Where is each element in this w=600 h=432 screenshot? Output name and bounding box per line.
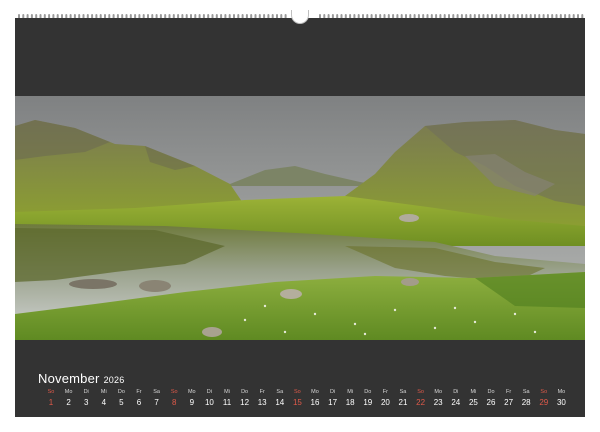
day-cell: Mi 18 (341, 389, 359, 410)
day-number: 11 (222, 398, 232, 407)
mountain-lake-image (15, 96, 585, 340)
day-number: 10 (204, 398, 214, 407)
weekday-label: So (294, 389, 301, 395)
day-cell: Sa 28 (517, 389, 535, 410)
day-number: 27 (504, 398, 514, 407)
day-cell: Do 5 (112, 389, 130, 410)
day-cell: Di 17 (324, 389, 342, 410)
weekday-label: Do (487, 389, 495, 395)
day-cell: Fr 20 (376, 389, 394, 410)
day-number: 25 (468, 398, 478, 407)
day-cell: Di 10 (200, 389, 218, 410)
day-cell: So 1 (42, 389, 60, 410)
weekday-label: Mi (347, 389, 354, 395)
weekday-label: Mo (311, 389, 319, 395)
day-cell: Mo 30 (552, 389, 570, 410)
day-number: 14 (275, 398, 285, 407)
weekday-label: Sa (399, 389, 407, 395)
day-cell: Mi 11 (218, 389, 236, 410)
weekday-label: Fr (136, 389, 142, 395)
day-cell: Mo 23 (429, 389, 447, 410)
day-number: 19 (363, 398, 373, 407)
calendar-strip: November 2026 So 1 Mo 2 Di 3 Mi 4 Do 5 Fr 6 Sa 7 So 8 Mo 9… (15, 361, 585, 417)
weekday-label: Fr (505, 389, 512, 395)
day-number: 28 (521, 398, 531, 407)
day-cell: So 22 (412, 389, 430, 410)
day-number: 17 (328, 398, 338, 407)
day-number: 29 (539, 398, 549, 407)
weekday-label: Do (241, 389, 249, 395)
day-number: 24 (451, 398, 461, 407)
weekday-label: Sa (276, 389, 284, 395)
day-number: 22 (416, 398, 426, 407)
day-cell: Fr 27 (500, 389, 518, 410)
weekday-label: Mo (434, 389, 442, 395)
day-cell: Mo 16 (306, 389, 324, 410)
weekday-label: So (47, 389, 55, 395)
day-cell: Sa 7 (148, 389, 166, 410)
day-number: 4 (101, 398, 107, 407)
weekday-label: So (170, 389, 178, 395)
day-number: 16 (310, 398, 320, 407)
day-cell: So 29 (535, 389, 553, 410)
weekday-label: Mi (224, 389, 230, 395)
day-cell: So 8 (165, 389, 183, 410)
weekday-label: So (540, 389, 548, 395)
day-number: 6 (136, 398, 142, 407)
day-number: 26 (486, 398, 496, 407)
day-number: 30 (556, 398, 566, 407)
day-number: 5 (119, 398, 124, 407)
day-number: 7 (154, 398, 159, 407)
day-number: 18 (345, 398, 355, 407)
day-number: 23 (433, 398, 443, 407)
weekday-label: Di (206, 389, 212, 395)
weekday-label: Fr (259, 389, 265, 395)
month-year: 2026 (103, 375, 125, 385)
weekday-label: Mi (100, 389, 107, 395)
month-title: November 2026 (38, 371, 124, 386)
day-number: 15 (292, 398, 302, 407)
day-cell: Mo 9 (183, 389, 201, 410)
day-cell: Di 24 (447, 389, 465, 410)
weekday-label: Mo (187, 389, 196, 395)
weekday-label: Fr (382, 389, 388, 395)
day-cell: Do 26 (482, 389, 500, 410)
day-cell: So 15 (288, 389, 306, 410)
day-cell: Do 19 (359, 389, 377, 410)
day-cell: Di 3 (77, 389, 95, 410)
day-number: 3 (83, 398, 89, 407)
day-number: 21 (398, 398, 408, 407)
weekday-label: Di (329, 389, 336, 395)
day-cell: Do 12 (236, 389, 254, 410)
month-name: November (38, 371, 100, 386)
weekday-label: Do (364, 389, 372, 395)
day-number: 20 (380, 398, 390, 407)
day-number: 1 (48, 398, 54, 407)
weekday-label: Mo (557, 389, 566, 395)
weekday-label: So (417, 389, 424, 395)
weekday-label: Sa (522, 389, 530, 395)
day-number: 8 (171, 398, 177, 407)
landscape-photo (15, 96, 585, 340)
weekday-label: Mo (64, 389, 73, 395)
day-cell: Sa 14 (271, 389, 289, 410)
weekday-label: Sa (153, 389, 160, 395)
day-cell: Sa 21 (394, 389, 412, 410)
day-cell: Fr 13 (253, 389, 271, 410)
weekday-label: Mi (470, 389, 477, 395)
day-cell: Mi 25 (464, 389, 482, 410)
weekday-label: Do (117, 389, 125, 395)
day-number: 9 (189, 398, 195, 407)
day-cell: Mi 4 (95, 389, 113, 410)
day-number: 2 (66, 398, 71, 407)
day-cell: Mo 2 (60, 389, 78, 410)
calendar-page: November 2026 So 1 Mo 2 Di 3 Mi 4 Do 5 Fr 6 Sa 7 So 8 Mo 9… (0, 0, 600, 432)
day-row: So 1 Mo 2 Di 3 Mi 4 Do 5 Fr 6 Sa 7 So 8 Mo 9 Di 10 Mi 11 Do 12 F… (42, 389, 566, 413)
day-number: 12 (240, 398, 250, 407)
day-cell: Fr 6 (130, 389, 148, 410)
weekday-label: Di (453, 389, 459, 395)
weekday-label: Di (83, 389, 89, 395)
day-number: 13 (257, 398, 267, 407)
